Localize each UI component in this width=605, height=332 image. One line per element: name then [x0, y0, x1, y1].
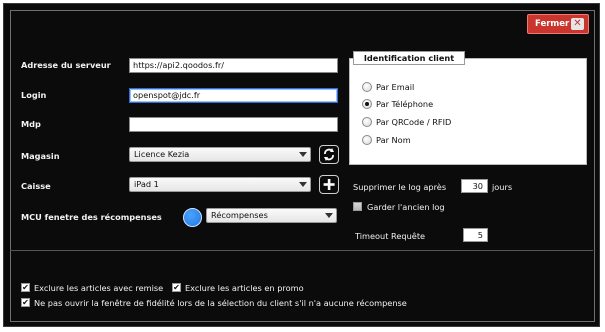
chevron-down-icon	[299, 182, 307, 187]
store-select-value: Licence Kezia	[134, 149, 190, 159]
server-address-label: Adresse du serveur	[21, 60, 111, 70]
no-open-window-checkbox[interactable]: ✔	[21, 298, 30, 307]
register-label: Caisse	[21, 181, 51, 191]
chevron-down-icon	[299, 152, 307, 157]
radio-label: Par Nom	[376, 135, 411, 145]
radio-label: Par Email	[376, 82, 415, 92]
log-days-input[interactable]: 30	[461, 179, 488, 193]
radio-button[interactable]	[362, 135, 372, 145]
rewards-color-button[interactable]	[183, 208, 202, 227]
keep-log-label: Garder l'ancien log	[367, 202, 445, 212]
log-days-unit: jours	[492, 182, 513, 192]
store-label: Magasin	[21, 151, 60, 161]
radio-label: Par Téléphone	[376, 99, 434, 109]
rewards-select-value: Récompenses	[211, 210, 268, 220]
password-input[interactable]	[129, 117, 338, 132]
login-input[interactable]: openspot@jdc.fr	[129, 88, 338, 103]
close-button[interactable]: Fermer ✕	[527, 14, 589, 34]
login-label: Login	[21, 90, 47, 100]
password-label: Mdp	[21, 119, 41, 129]
delete-log-label: Supprimer le log après	[353, 182, 447, 192]
close-icon: ✕	[571, 18, 584, 30]
identification-panel	[349, 58, 587, 165]
close-button-label: Fermer	[535, 19, 570, 29]
refresh-icon	[324, 148, 334, 161]
radio-button-selected[interactable]	[362, 99, 372, 109]
store-select[interactable]: Licence Kezia	[129, 147, 311, 162]
identification-title: Identification client	[353, 51, 465, 65]
divider	[10, 250, 593, 251]
plus-icon	[323, 179, 335, 190]
register-select[interactable]: iPad 1	[129, 177, 311, 192]
radio-label: Par QRCode / RFID	[376, 117, 452, 127]
chevron-down-icon	[325, 213, 333, 218]
settings-window	[3, 3, 600, 327]
refresh-button[interactable]	[319, 145, 339, 164]
keep-log-checkbox[interactable]	[353, 202, 362, 211]
radio-button[interactable]	[362, 117, 372, 127]
rewards-select[interactable]: Récompenses	[206, 208, 337, 223]
radio-button[interactable]	[362, 82, 372, 92]
exclude-discount-checkbox[interactable]: ✔	[21, 283, 30, 292]
exclude-promo-label: Exclure les articles en promo	[185, 283, 304, 293]
add-register-button[interactable]	[319, 175, 339, 194]
no-open-window-label: Ne pas ouvrir la fenêtre de fidélité lor…	[34, 298, 407, 308]
settings-panel-border	[10, 10, 595, 322]
exclude-promo-checkbox[interactable]: ✔	[172, 283, 181, 292]
timeout-input[interactable]: 5	[463, 228, 488, 242]
server-address-input[interactable]: https://api2.qoodos.fr/	[129, 58, 338, 73]
exclude-discount-label: Exclure les articles avec remise	[34, 283, 164, 293]
register-select-value: iPad 1	[134, 179, 159, 189]
rewards-window-label: MCU fenetre des récompenses	[21, 212, 162, 222]
timeout-label: Timeout Requête	[355, 231, 426, 241]
